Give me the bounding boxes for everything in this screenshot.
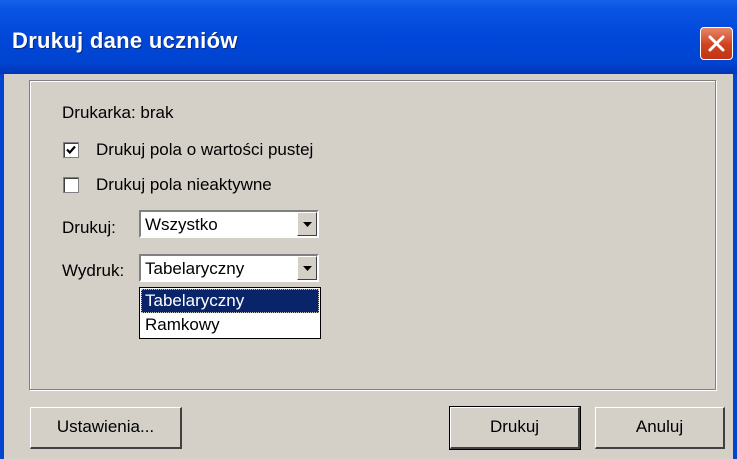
print-inactive-checkbox[interactable]: [63, 177, 79, 193]
close-icon: [708, 35, 725, 52]
options-group: [29, 80, 716, 390]
printer-label: Drukarka: brak: [62, 103, 174, 122]
print-select-value: Wszystko: [145, 215, 218, 234]
layout-select-label: Wydruk:: [62, 261, 125, 280]
print-select-dropdown-button[interactable]: [297, 212, 317, 236]
print-empty-label[interactable]: Drukuj pola o wartości pustej: [96, 140, 313, 160]
layout-select-dropdown-button[interactable]: [297, 256, 317, 280]
chevron-down-icon: [303, 266, 312, 271]
close-button[interactable]: [700, 27, 733, 60]
dropdown-option-ramkowy[interactable]: Ramkowy: [141, 313, 319, 337]
window-frame-right: [733, 74, 737, 459]
print-empty-checkbox[interactable]: [63, 142, 79, 158]
print-select[interactable]: Wszystko: [139, 210, 319, 238]
print-inactive-label[interactable]: Drukuj pola nieaktywne: [96, 175, 272, 195]
cancel-button[interactable]: Anuluj: [595, 407, 725, 449]
print-button[interactable]: Drukuj: [449, 406, 581, 450]
chevron-down-icon: [303, 222, 312, 227]
dropdown-option-tabelaryczny[interactable]: Tabelaryczny: [141, 289, 319, 313]
print-select-label: Drukuj:: [62, 218, 116, 237]
checkmark-icon: [66, 145, 76, 155]
layout-dropdown-list: Tabelaryczny Ramkowy: [139, 287, 321, 339]
window-title: Drukuj dane uczniów: [12, 28, 238, 53]
window-frame-left: [0, 74, 4, 459]
settings-button[interactable]: Ustawienia...: [30, 407, 182, 449]
layout-select[interactable]: Tabelaryczny: [139, 254, 319, 282]
layout-select-value: Tabelaryczny: [145, 259, 245, 278]
title-bar[interactable]: Drukuj dane uczniów: [0, 0, 737, 74]
print-dialog: Drukuj dane uczniów Drukarka: brak Druku…: [0, 0, 737, 459]
